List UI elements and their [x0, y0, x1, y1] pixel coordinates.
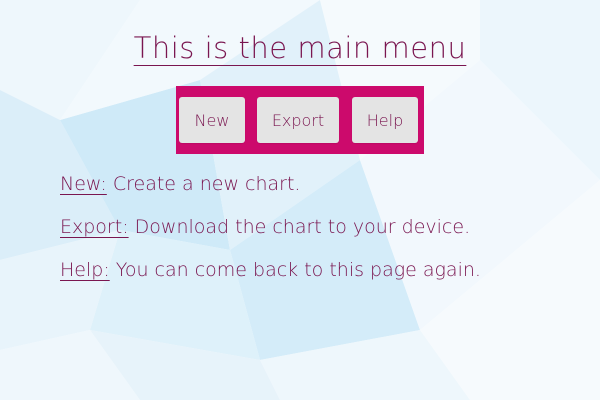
help-button[interactable]: Help [352, 97, 418, 143]
help-description: Help: You can come back to this page aga… [60, 257, 481, 283]
menu-button-bar: New Export Help [176, 86, 424, 154]
main-menu: This is the main menu New Export Help Ne… [0, 0, 600, 400]
new-description-key: New: [60, 173, 107, 195]
new-button[interactable]: New [179, 97, 245, 143]
help-description-key: Help: [60, 259, 110, 281]
export-button[interactable]: Export [257, 97, 339, 143]
export-description: Export: Download the chart to your devic… [60, 214, 470, 240]
new-description: New: Create a new chart. [60, 171, 300, 197]
page-title: This is the main menu [133, 31, 467, 65]
new-description-text: Create a new chart. [106, 173, 301, 195]
export-description-key: Export: [60, 216, 129, 238]
help-description-text: You can come back to this page again. [109, 259, 481, 281]
export-description-text: Download the chart to your device. [128, 216, 471, 238]
